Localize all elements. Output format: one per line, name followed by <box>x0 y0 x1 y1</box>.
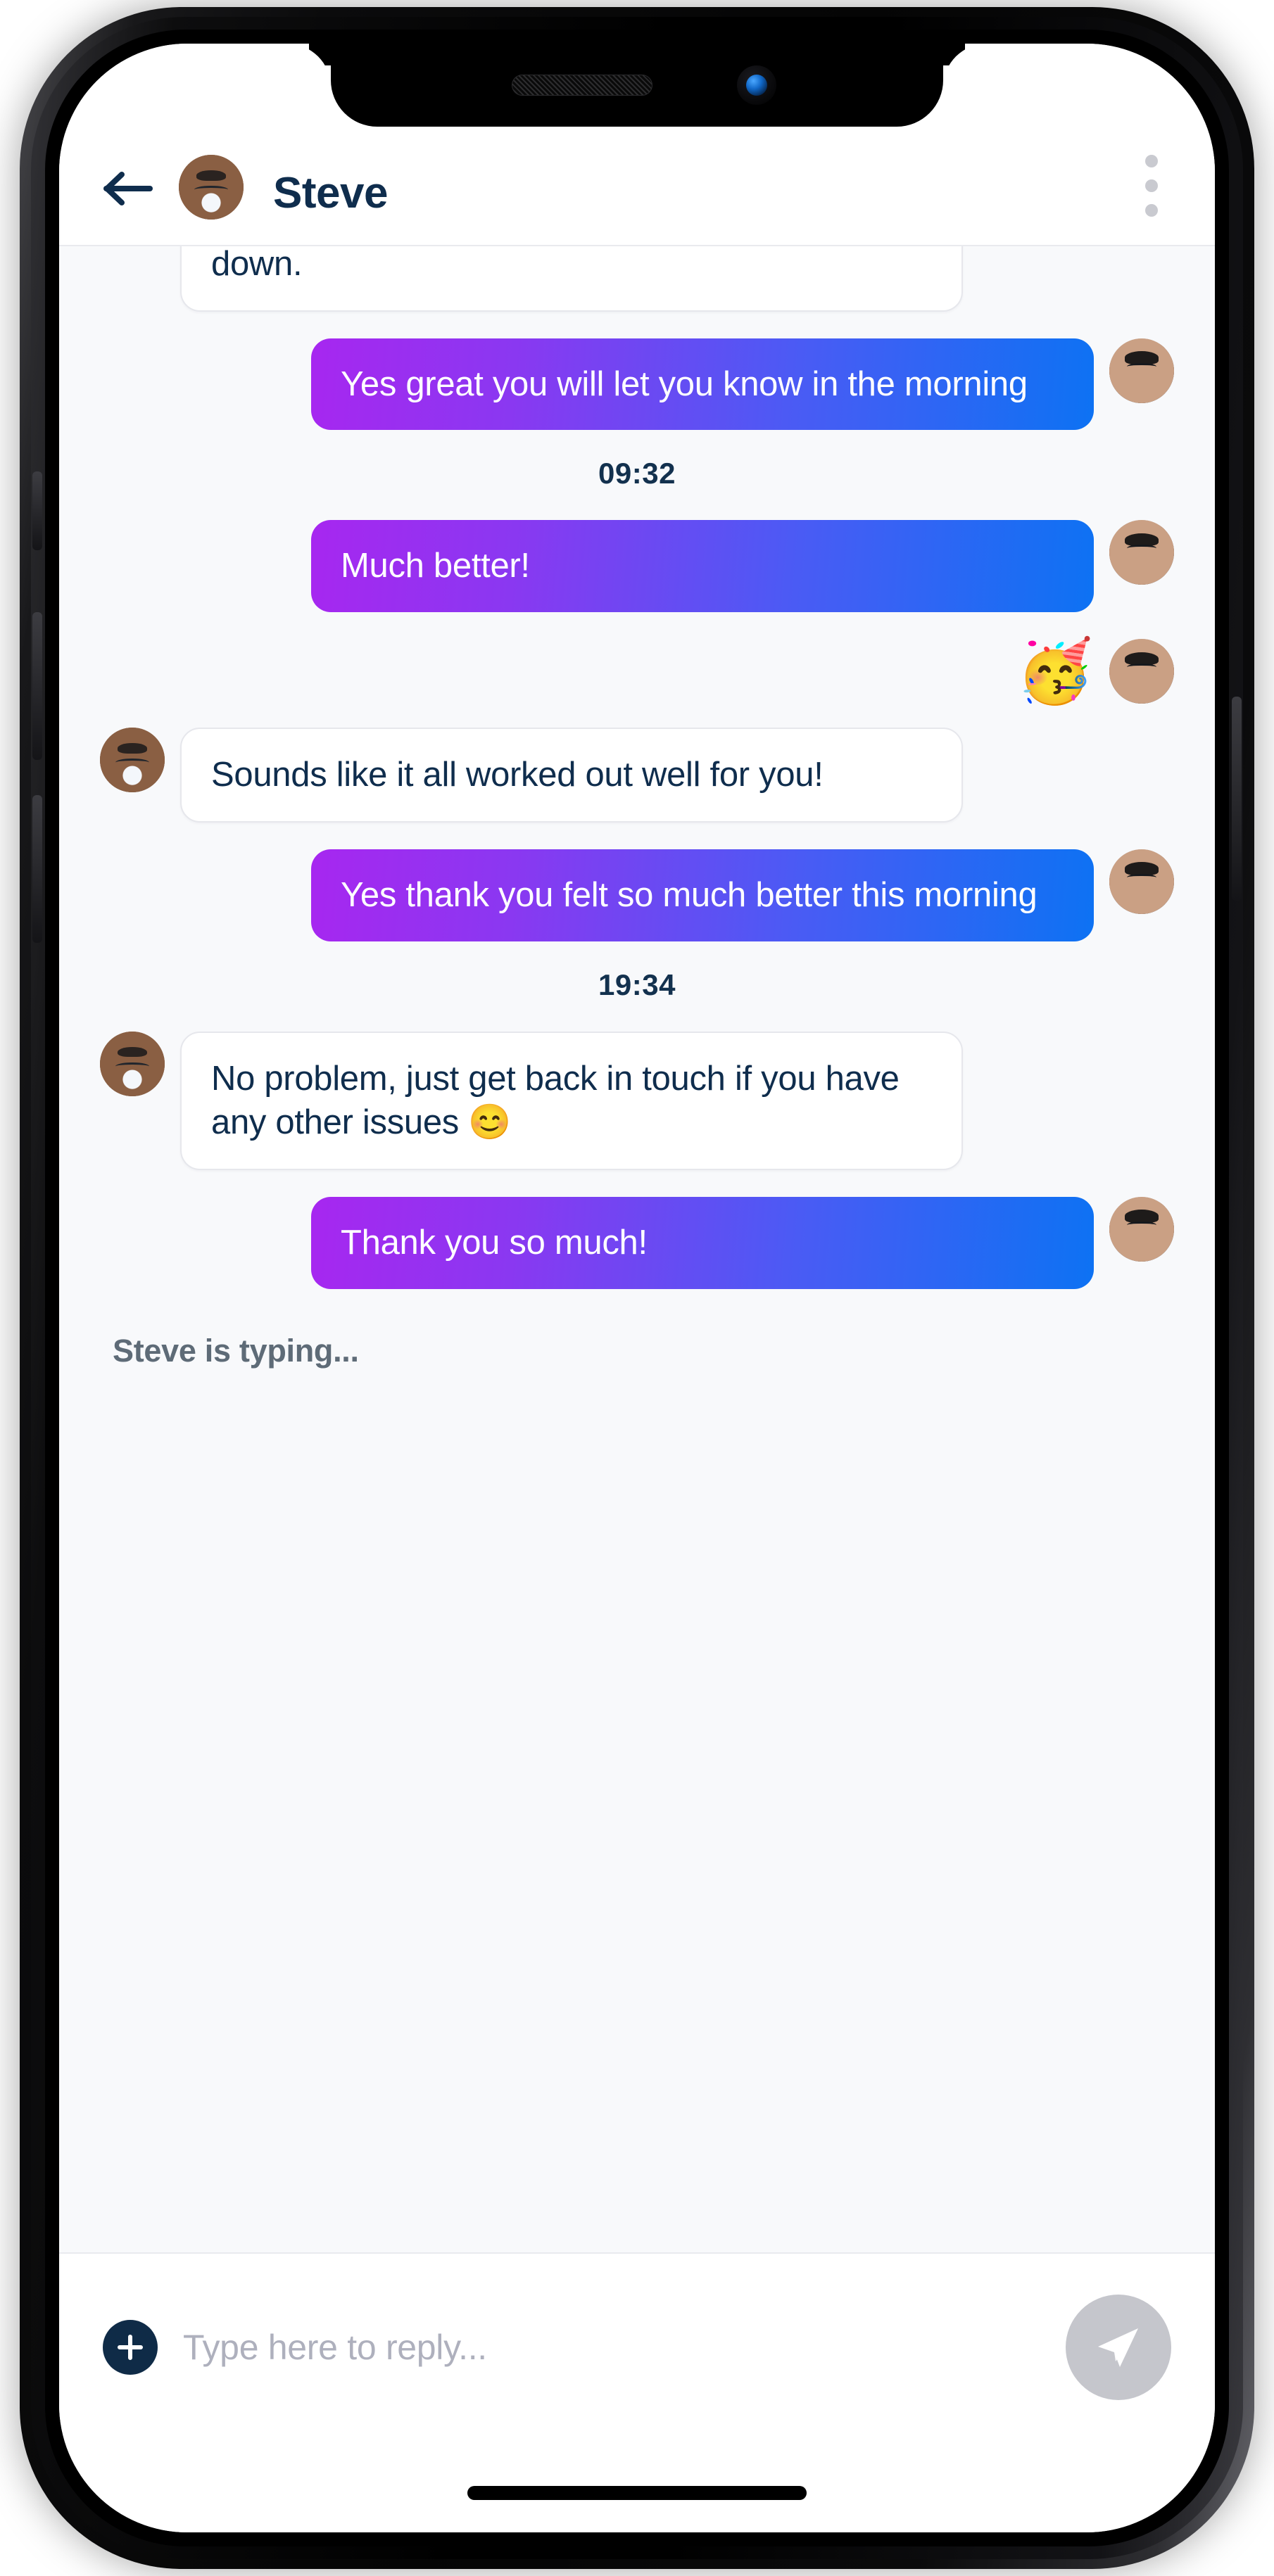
message-avatar-user[interactable] <box>1109 520 1174 585</box>
message-list[interactable]: down. Yes great you will let you know in… <box>59 246 1215 2252</box>
message-avatar-steve[interactable] <box>100 728 165 793</box>
reply-input[interactable] <box>183 2327 1066 2368</box>
message-row: Yes thank you felt so much better this m… <box>100 849 1174 941</box>
overflow-menu-dot <box>1145 204 1158 217</box>
phone-screen: Steve down. Yes great you will let you k… <box>59 44 1215 2532</box>
message-timestamp: 09:32 <box>598 457 676 490</box>
message-row: Sounds like it all worked out well for y… <box>100 728 1174 823</box>
phone-frame-outer: Steve down. Yes great you will let you k… <box>20 7 1254 2569</box>
message-avatar-user[interactable] <box>1109 1197 1174 1262</box>
message-row: down. <box>100 246 1174 312</box>
partying-face-emoji[interactable]: 🥳 <box>1016 640 1094 702</box>
typing-indicator: Steve is typing... <box>113 1332 359 1369</box>
message-bubble-outgoing[interactable]: Thank you so much! <box>311 1197 1094 1289</box>
add-attachment-button[interactable] <box>103 2320 158 2375</box>
home-indicator[interactable] <box>467 2486 807 2500</box>
screenshot-stage: Steve down. Yes great you will let you k… <box>0 0 1274 2576</box>
message-row-emoji: 🥳 <box>100 639 1174 704</box>
message-bubble-outgoing[interactable]: Much better! <box>311 520 1094 613</box>
message-avatar-user[interactable] <box>1109 338 1174 403</box>
device-notch <box>331 44 943 127</box>
volume-up-button[interactable] <box>32 612 42 760</box>
overflow-menu-dot <box>1145 179 1158 192</box>
front-camera-icon <box>737 65 776 105</box>
plus-icon <box>118 2335 143 2360</box>
header-avatar[interactable] <box>179 155 244 220</box>
page-title: Steve <box>273 169 388 217</box>
message-bubble-outgoing[interactable]: Yes thank you felt so much better this m… <box>311 849 1094 941</box>
message-bubble-outgoing[interactable]: Yes great you will let you know in the m… <box>311 338 1094 431</box>
avatar-image-steve <box>100 1031 165 1096</box>
back-arrow-icon <box>103 172 153 205</box>
message-avatar-user[interactable] <box>1109 849 1174 914</box>
volume-down-button[interactable] <box>32 795 42 943</box>
send-paper-plane-icon <box>1098 2328 1138 2367</box>
power-button[interactable] <box>1232 697 1242 901</box>
overflow-menu-button[interactable] <box>1126 152 1177 220</box>
avatar-image-user <box>1109 639 1174 704</box>
overflow-menu-dot <box>1145 155 1158 167</box>
avatar-image-steve <box>100 728 165 793</box>
message-row: Yes great you will let you know in the m… <box>100 338 1174 431</box>
message-bubble-incoming[interactable]: down. <box>180 246 963 312</box>
avatar-image-user <box>1109 520 1174 585</box>
message-row: Much better! <box>100 520 1174 613</box>
avatar-image-user <box>1109 1197 1174 1262</box>
message-bubble-incoming[interactable]: Sounds like it all worked out well for y… <box>180 728 963 823</box>
message-timestamp: 19:34 <box>598 967 676 1001</box>
message-avatar-steve[interactable] <box>100 1031 165 1096</box>
mute-switch-button[interactable] <box>32 471 42 550</box>
message-bubble-incoming[interactable]: No problem, just get back in touch if yo… <box>180 1031 963 1171</box>
back-button[interactable] <box>97 158 159 220</box>
message-row: Thank you so much! <box>100 1197 1174 1289</box>
avatar-image-user <box>1109 849 1174 914</box>
send-button[interactable] <box>1066 2295 1171 2400</box>
message-avatar-user[interactable] <box>1109 639 1174 704</box>
avatar-image-user <box>1109 338 1174 403</box>
avatar-image-steve <box>179 155 244 220</box>
camera-lens <box>746 75 767 96</box>
message-row: No problem, just get back in touch if yo… <box>100 1031 1174 1171</box>
speaker-grille-icon <box>512 75 652 96</box>
